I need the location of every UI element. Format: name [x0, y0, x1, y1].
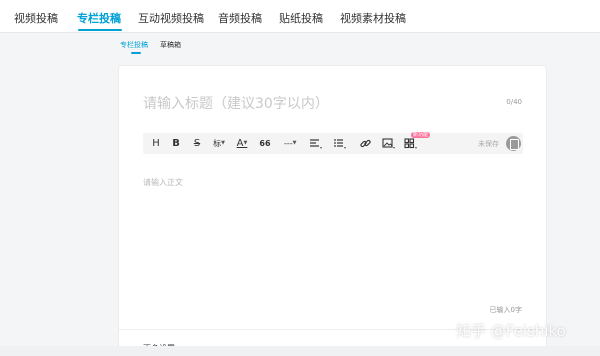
text-style-label: 标 [213, 139, 222, 148]
page-bottom-band [0, 346, 600, 356]
subtab-drafts[interactable]: 草稿箱 [160, 40, 181, 50]
image-icon [382, 138, 395, 149]
heading-button[interactable]: H [150, 137, 162, 150]
strikethrough-button[interactable]: S [191, 137, 203, 150]
tab-sticker-upload[interactable]: 贴纸投稿 [279, 10, 323, 26]
image-button[interactable] [382, 137, 396, 150]
card-embed-button[interactable]: 新功能 [404, 132, 431, 150]
tab-audio-upload[interactable]: 音频投稿 [218, 10, 262, 26]
active-subtab-indicator [131, 52, 141, 54]
body-editor[interactable]: 请输入正文 [143, 177, 183, 188]
caret-down-icon: ▼ [292, 140, 297, 146]
title-char-counter: 0/40 [506, 98, 522, 106]
caret-down-icon: ▼ [243, 140, 248, 146]
align-button[interactable] [309, 137, 323, 150]
divider-label: --- [284, 139, 293, 148]
text-style-button[interactable]: 标▼ [213, 137, 225, 150]
bold-button[interactable]: B [170, 137, 182, 150]
list-icon [334, 139, 346, 149]
quote-button[interactable]: 66 [259, 137, 271, 150]
watermark: 知乎 @Feishiko [456, 322, 566, 340]
link-icon [360, 139, 371, 148]
divider-button[interactable]: ---▼ [284, 137, 297, 150]
tab-video-material-upload[interactable]: 视频素材投稿 [340, 10, 406, 26]
caret-down-icon: ▼ [221, 140, 225, 146]
tab-interactive-video-upload[interactable]: 互动视频投稿 [138, 10, 204, 26]
tab-column-upload[interactable]: 专栏投稿 [77, 10, 121, 26]
new-feature-badge: 新功能 [411, 132, 431, 138]
save-status: 未保存 [478, 140, 499, 148]
title-input[interactable]: 请输入标题（建议30字以内） [143, 93, 483, 113]
active-tab-indicator [78, 29, 122, 31]
list-button[interactable] [333, 137, 347, 150]
save-icon[interactable] [506, 136, 521, 151]
editor-toolbar: H B S 标▼ A▼ 66 ---▼ 新功能 未保存 [143, 132, 523, 154]
body-char-count: 已输入0字 [489, 306, 522, 314]
top-nav: 视频投稿 专栏投稿 互动视频投稿 音频投稿 贴纸投稿 视频素材投稿 [0, 0, 600, 33]
editor-card: 请输入标题（建议30字以内） 0/40 H B S 标▼ A▼ 66 ---▼ … [118, 65, 547, 356]
subtab-column-upload[interactable]: 专栏投稿 [120, 40, 148, 50]
align-left-icon [310, 139, 322, 149]
link-button[interactable] [359, 137, 372, 150]
tab-video-upload[interactable]: 视频投稿 [14, 10, 58, 26]
grid-icon [404, 138, 417, 149]
font-color-button[interactable]: A▼ [236, 137, 248, 150]
